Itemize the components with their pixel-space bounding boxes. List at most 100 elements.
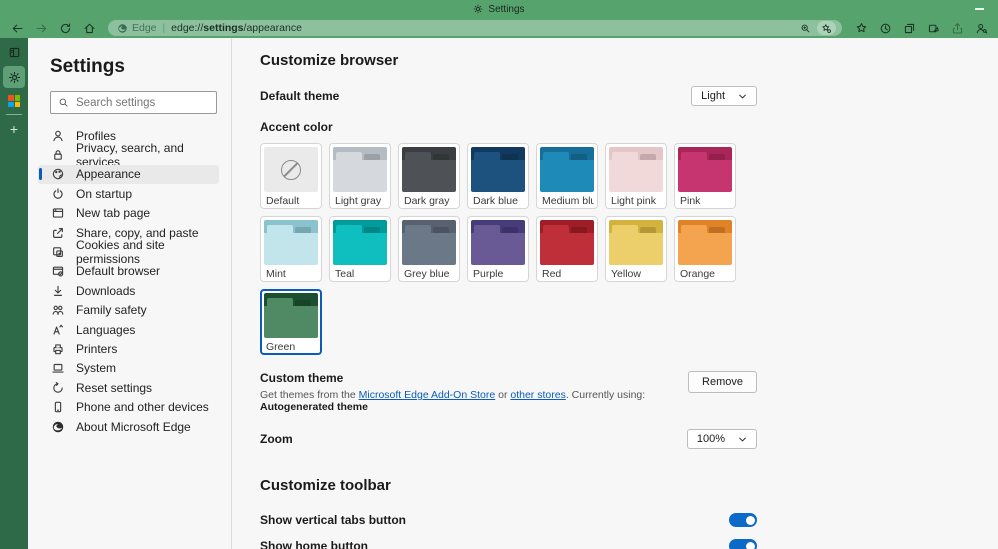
swatch-preview xyxy=(471,147,525,192)
settings-gear-icon xyxy=(473,4,483,14)
rail-divider xyxy=(6,114,22,115)
sidebar-item-about-microsoft-edge[interactable]: About Microsoft Edge xyxy=(38,417,219,436)
zoom-row: Zoom 100% xyxy=(260,429,757,449)
sidebar-item-new-tab-page[interactable]: New tab page xyxy=(38,204,219,223)
accent-swatch-teal[interactable]: Teal xyxy=(329,216,391,282)
sidebar-item-languages[interactable]: Languages xyxy=(38,320,219,339)
share-button[interactable] xyxy=(946,20,968,37)
accent-swatch-mint[interactable]: Mint xyxy=(260,216,322,282)
collections-button[interactable] xyxy=(898,20,920,37)
web-capture-button[interactable] xyxy=(922,20,944,37)
show-home-button-toggle[interactable] xyxy=(729,539,757,549)
show-vertical-tabs-toggle[interactable] xyxy=(729,513,757,527)
home-button[interactable] xyxy=(78,20,100,37)
sidebar-item-phone-and-other-devices[interactable]: Phone and other devices xyxy=(38,397,219,416)
swatch-name: Red xyxy=(542,268,562,280)
chevron-down-icon xyxy=(738,92,747,101)
accent-swatch-default[interactable]: Default xyxy=(260,143,322,209)
vertical-tabs-icon[interactable] xyxy=(8,46,21,59)
swatch-name: Orange xyxy=(680,268,716,280)
new-tab-page-icon xyxy=(51,206,65,220)
sidebar-title: Settings xyxy=(50,56,125,77)
back-icon xyxy=(11,22,24,35)
sidebar-item-appearance[interactable]: Appearance xyxy=(38,164,219,185)
address-bar[interactable]: Edge | edge://settings/appearance xyxy=(108,20,842,36)
settings-gear-icon xyxy=(8,71,21,84)
sidebar-item-printers[interactable]: Printers xyxy=(38,339,219,358)
zoom-dropdown[interactable]: 100% xyxy=(686,429,757,449)
search-settings-box[interactable] xyxy=(50,91,217,114)
family-safety-icon xyxy=(51,303,65,317)
accent-swatch-medium-blue[interactable]: Medium blue xyxy=(536,143,598,209)
accent-swatch-grey-blue[interactable]: Grey blue xyxy=(398,216,460,282)
back-button[interactable] xyxy=(6,20,28,37)
accent-swatch-orange[interactable]: Orange xyxy=(674,216,736,282)
new-tab-plus-icon[interactable]: + xyxy=(10,122,18,136)
sidebar-item-default-browser[interactable]: Default browser xyxy=(38,262,219,281)
system-icon xyxy=(51,361,65,375)
active-tab[interactable]: Settings xyxy=(473,4,525,15)
swatch-name: Light pink xyxy=(611,195,656,207)
swatch-name: Yellow xyxy=(611,268,641,280)
swatch-preview xyxy=(678,220,732,265)
sidebar-item-reset-settings[interactable]: Reset settings xyxy=(38,378,219,397)
refresh-button[interactable] xyxy=(54,20,76,37)
profile-icon xyxy=(975,22,988,35)
accent-swatch-light-pink[interactable]: Light pink xyxy=(605,143,667,209)
accent-swatch-pink[interactable]: Pink xyxy=(674,143,736,209)
chevron-down-icon xyxy=(738,435,747,444)
sidebar-item-privacy-search-and-services[interactable]: Privacy, search, and services xyxy=(38,141,219,169)
site-label: Edge xyxy=(132,22,157,34)
swatch-name: Purple xyxy=(473,268,504,280)
swatch-name: Grey blue xyxy=(404,268,450,280)
remove-theme-button[interactable]: Remove xyxy=(688,371,757,393)
sidebar-item-system[interactable]: System xyxy=(38,359,219,378)
settings-tab-active[interactable] xyxy=(3,66,25,88)
address-separator: | xyxy=(162,22,166,34)
accent-swatch-dark-blue[interactable]: Dark blue xyxy=(467,143,529,209)
sidebar-item-family-safety[interactable]: Family safety xyxy=(38,301,219,320)
privacy-icon xyxy=(51,148,65,162)
accent-swatch-dark-gray[interactable]: Dark gray xyxy=(398,143,460,209)
current-theme-value: Autogenerated theme xyxy=(260,401,368,413)
reset-settings-icon xyxy=(51,381,65,395)
default-browser-icon xyxy=(51,264,65,278)
addon-store-link[interactable]: Microsoft Edge Add-On Store xyxy=(359,389,496,401)
sidebar-item-label: New tab page xyxy=(76,206,151,221)
other-stores-link[interactable]: other stores xyxy=(510,389,565,401)
browser-toolbar: Edge | edge://settings/appearance xyxy=(0,18,998,38)
sidebar-item-label: On startup xyxy=(76,186,133,201)
sidebar-item-cookies-and-site-permissions[interactable]: Cookies and site permissions xyxy=(38,238,219,266)
favorites-button[interactable] xyxy=(850,20,872,37)
accent-swatch-yellow[interactable]: Yellow xyxy=(605,216,667,282)
accent-swatch-light-gray[interactable]: Light gray xyxy=(329,143,391,209)
settings-nav: Profiles Privacy, search, and services App… xyxy=(38,126,219,436)
default-theme-dropdown[interactable]: Light xyxy=(691,86,757,106)
forward-button[interactable] xyxy=(30,20,52,37)
swatch-preview xyxy=(264,220,318,265)
profile-button[interactable] xyxy=(970,20,992,37)
cookies-icon xyxy=(51,245,65,259)
microsoft-logo-icon[interactable] xyxy=(8,95,20,107)
home-button-toggle-row: Show home button xyxy=(260,539,757,549)
sidebar-item-label: Phone and other devices xyxy=(76,400,209,415)
vertical-tabs-toggle-row: Show vertical tabs button xyxy=(260,513,757,527)
settings-sidebar: Settings ProfilesPrivacy, search, and se… xyxy=(28,38,232,549)
zoom-page-button[interactable] xyxy=(796,21,815,35)
minimize-icon[interactable] xyxy=(975,8,984,10)
swatch-preview xyxy=(402,220,456,265)
languages-icon xyxy=(51,323,65,337)
sidebar-item-downloads[interactable]: Downloads xyxy=(38,281,219,300)
accent-swatch-green[interactable]: Green xyxy=(260,289,322,355)
favorite-settings-button[interactable] xyxy=(817,21,836,35)
accent-swatch-red[interactable]: Red xyxy=(536,216,598,282)
sidebar-item-label: System xyxy=(76,361,117,376)
history-button[interactable] xyxy=(874,20,896,37)
sidebar-item-label: Appearance xyxy=(76,167,141,182)
search-settings-input[interactable] xyxy=(76,96,209,109)
sidebar-item-label: Default browser xyxy=(76,264,161,279)
accent-swatch-purple[interactable]: Purple xyxy=(467,216,529,282)
sidebar-item-on-startup[interactable]: On startup xyxy=(38,184,219,203)
swatch-name: Teal xyxy=(335,268,355,280)
sidebar-item-label: Downloads xyxy=(76,283,136,298)
